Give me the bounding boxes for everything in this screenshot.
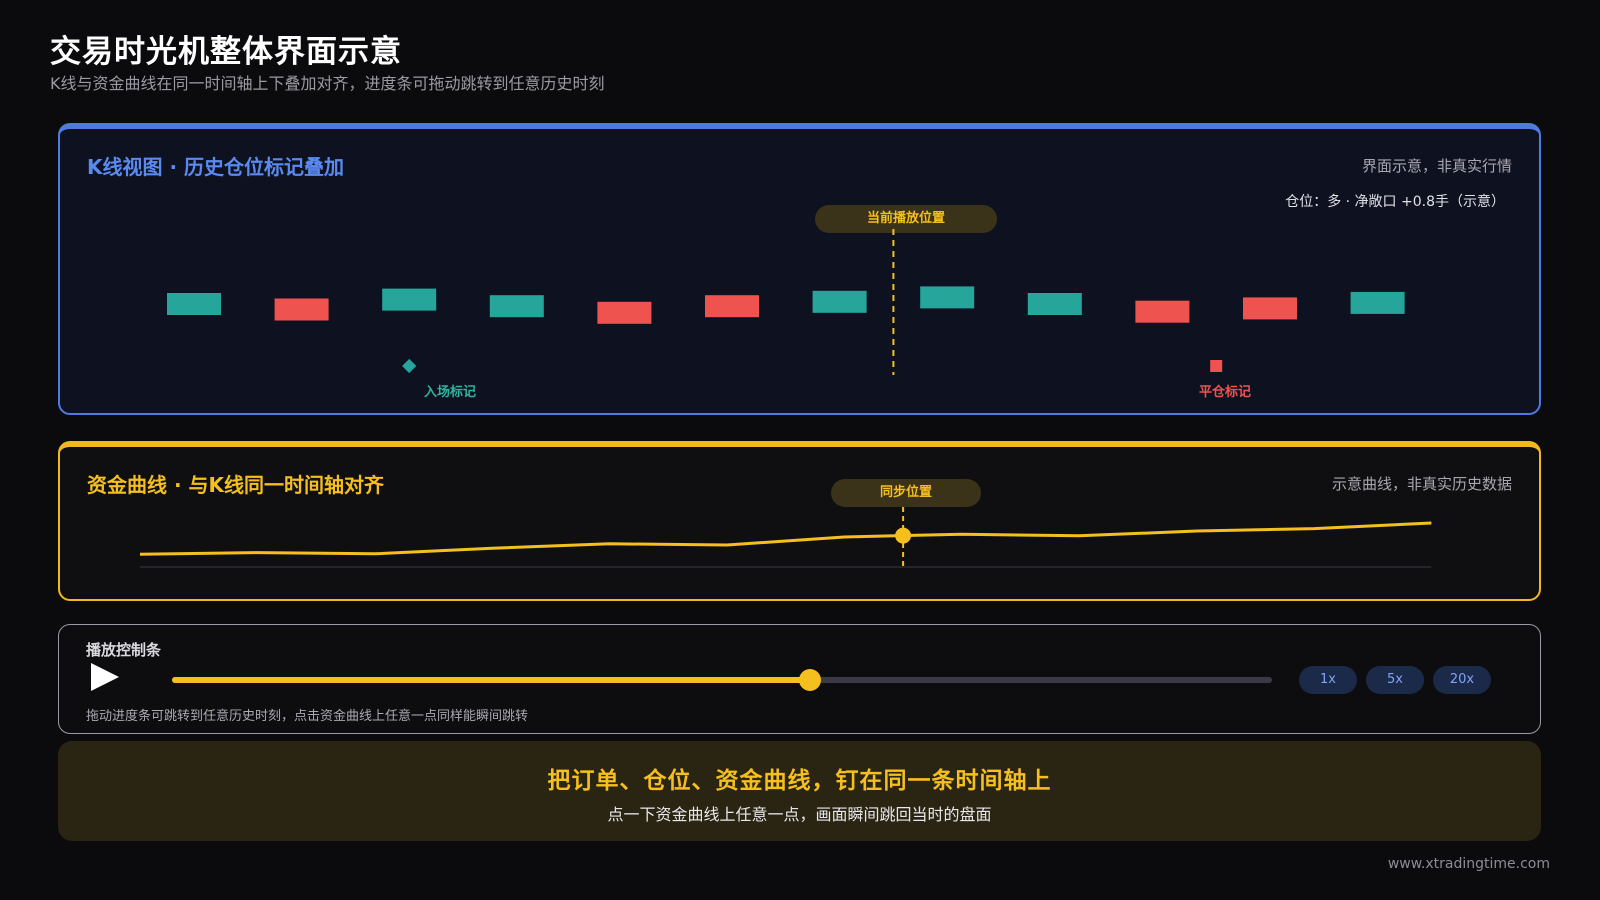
site-url[interactable]: www.xtradingtime.com	[1388, 856, 1550, 872]
progress-fill	[172, 677, 810, 683]
control-hint: 拖动进度条可跳转到任意历史时刻，点击资金曲线上任意一点同样能瞬间跳转	[86, 709, 529, 724]
kline-panel: K线视图 · 历史仓位标记叠加 界面示意，非真实行情 仓位：多 · 净敞口 +0…	[58, 123, 1541, 415]
banner-headline: 把订单、仓位、资金曲线，钉在同一条时间轴上	[547, 768, 1052, 794]
candle-1	[167, 293, 221, 315]
playback-control-bar: 播放控制条 1x 5x 20x 拖动进度条可跳转到任意历史时刻，点击资金曲线上任…	[58, 624, 1541, 734]
entry-marker-icon	[402, 358, 417, 374]
candle-8	[920, 286, 975, 309]
candle-2	[274, 298, 329, 321]
progress-handle[interactable]	[799, 669, 821, 691]
equity-curve-line	[139, 521, 1432, 556]
progress-track[interactable]	[172, 669, 1272, 691]
candle-10	[1135, 300, 1190, 323]
speed-5x-button[interactable]: 5x	[1366, 666, 1424, 694]
candle-4	[489, 295, 544, 318]
candle-5	[597, 301, 652, 324]
page-title: 交易时光机整体界面示意	[50, 34, 402, 70]
candle-6	[705, 295, 759, 318]
candle-11	[1243, 297, 1297, 320]
equity-panel: 资金曲线 · 与K线同一时间轴对齐 示意曲线，非真实历史数据 同步位置	[58, 441, 1541, 601]
equity-curve-chart[interactable]	[60, 447, 1539, 597]
candle-3	[382, 288, 437, 311]
sync-point	[895, 527, 912, 544]
banner-subline: 点一下资金曲线上任意一点，画面瞬间跳回当时的盘面	[607, 805, 992, 824]
exit-marker-label: 平仓标记	[1198, 385, 1251, 400]
exit-marker-icon	[1210, 360, 1223, 372]
speed-20x-button[interactable]: 20x	[1433, 666, 1491, 694]
candle-12	[1350, 291, 1405, 314]
page-subtitle: K线与资金曲线在同一时间轴上下叠加对齐，进度条可拖动跳转到任意历史时刻	[50, 74, 605, 93]
control-bar-title: 播放控制条	[86, 641, 162, 659]
summary-banner: 把订单、仓位、资金曲线，钉在同一条时间轴上 点一下资金曲线上任意一点，画面瞬间跳…	[58, 741, 1541, 841]
speed-1x-button[interactable]: 1x	[1299, 666, 1357, 694]
play-icon[interactable]	[91, 663, 119, 691]
candle-7	[812, 290, 867, 313]
candle-9	[1027, 293, 1082, 315]
kline-chart[interactable]	[60, 129, 1539, 409]
entry-marker-label: 入场标记	[423, 385, 476, 400]
